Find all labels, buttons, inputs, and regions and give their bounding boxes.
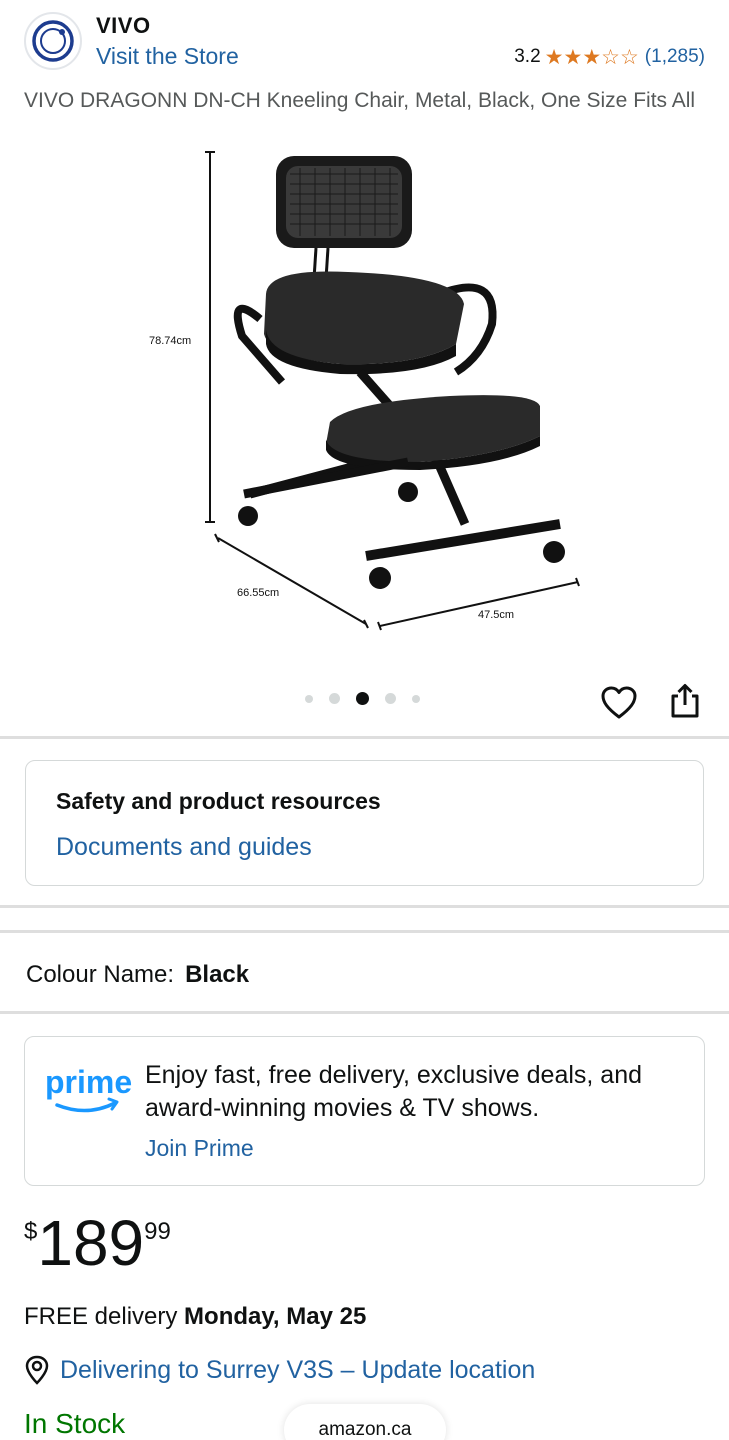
prime-description: Enjoy fast, free delivery, exclusive dea… [145, 1061, 643, 1122]
prime-promo-card[interactable]: prime Enjoy fast, free delivery, exclusi… [24, 1036, 705, 1186]
height-dimension-label: 78.74cm [149, 335, 191, 347]
prime-logo-text: prime [45, 1064, 132, 1100]
section-divider [0, 736, 729, 739]
section-divider [0, 1011, 729, 1014]
colour-value: Black [185, 961, 250, 988]
safety-resources-card[interactable]: Safety and product resources Documents a… [25, 760, 704, 886]
share-button[interactable] [666, 682, 704, 720]
rating-summary[interactable]: 3.2 ★ ★ ★ ☆ ☆ (1,285) [514, 46, 705, 68]
carousel-dot[interactable] [329, 693, 340, 704]
update-location-link[interactable]: Delivering to Surrey V3S – Update locati… [60, 1356, 535, 1385]
colour-label: Colour Name: [26, 961, 175, 988]
rating-stars: ★ ★ ★ ☆ ☆ [545, 47, 639, 68]
carousel-dot-active[interactable] [356, 692, 369, 705]
store-logo[interactable] [24, 12, 82, 70]
star-icon: ★ [544, 45, 564, 69]
width-dimension-label: 47.5cm [478, 609, 514, 621]
prime-smile-icon [55, 1101, 117, 1113]
browser-url-bar[interactable]: amazon.ca [284, 1404, 446, 1440]
product-title: VIVO DRAGONN DN-CH Kneeling Chair, Metal… [24, 89, 696, 112]
price-fraction: 99 [144, 1218, 171, 1245]
visit-store-link[interactable]: Visit the Store [96, 43, 239, 70]
delivery-prefix: FREE delivery [24, 1303, 178, 1330]
price-whole: 189 [37, 1207, 145, 1279]
rating-value: 3.2 [514, 46, 541, 67]
store-logo-icon [32, 20, 74, 62]
location-pin-icon [25, 1355, 49, 1385]
star-icon: ☆ [619, 45, 639, 69]
stock-status: In Stock [24, 1408, 126, 1439]
star-icon: ☆ [601, 45, 620, 69]
product-price: $ 189 99 [24, 1208, 171, 1278]
heart-icon [601, 686, 637, 719]
join-prime-link[interactable]: Join Prime [145, 1135, 254, 1162]
carousel-dot[interactable] [385, 693, 396, 704]
section-divider [0, 905, 729, 908]
carousel-dot[interactable] [412, 694, 420, 703]
colour-selector[interactable]: Colour Name: Black [26, 961, 249, 989]
image-carousel-dots[interactable] [305, 692, 436, 705]
chair-illustration [233, 156, 565, 589]
carousel-dot[interactable] [305, 694, 313, 703]
delivery-info: FREE delivery Monday, May 25 [24, 1303, 366, 1331]
price-currency-symbol: $ [24, 1218, 38, 1245]
wishlist-button[interactable] [600, 684, 638, 722]
star-icon: ★ [563, 45, 583, 69]
section-divider [0, 930, 729, 933]
rating-count[interactable]: (1,285) [645, 46, 705, 68]
documents-guides-link[interactable]: Documents and guides [56, 833, 312, 862]
delivery-location[interactable]: Delivering to Surrey V3S – Update locati… [24, 1355, 535, 1385]
product-image[interactable]: 78.74cm 66.55cm 47.5cm [120, 144, 600, 644]
share-icon [671, 684, 699, 718]
safety-title: Safety and product resources [56, 788, 381, 814]
star-icon: ★ [582, 45, 602, 69]
depth-dimension-label: 66.55cm [237, 587, 279, 599]
prime-logo: prime [43, 1057, 133, 1117]
delivery-date: Monday, May 25 [184, 1303, 367, 1330]
store-name: VIVO [96, 13, 151, 38]
